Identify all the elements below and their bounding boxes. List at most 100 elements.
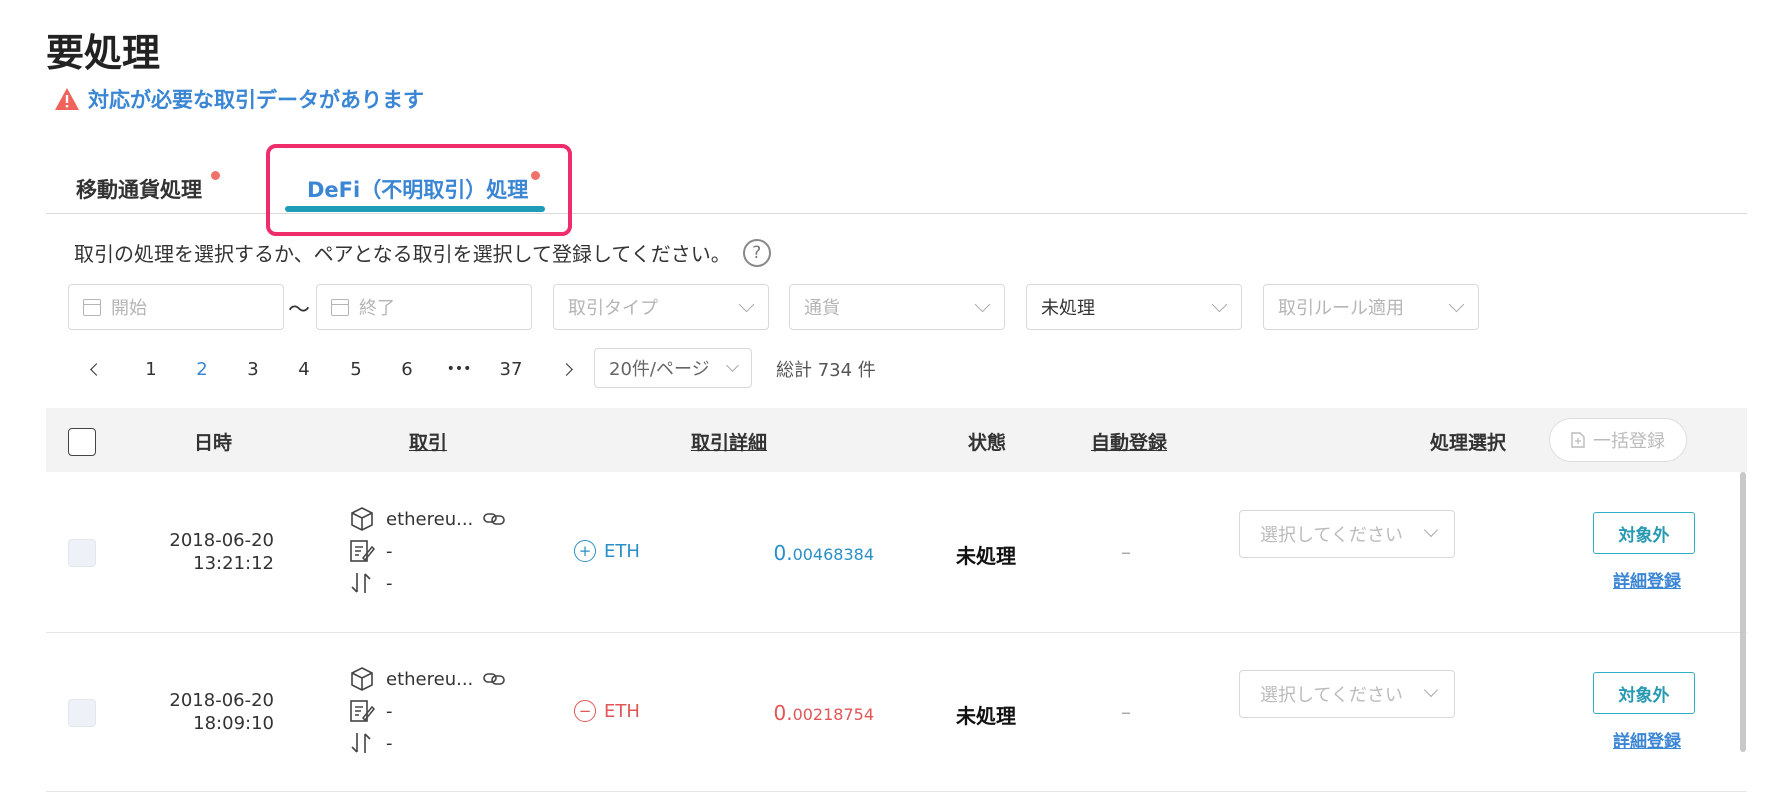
row-datetime: 2018-06-20 18:09:10 (164, 689, 274, 735)
row-currency: − ETH (574, 700, 640, 722)
row-time: 18:09:10 (193, 713, 274, 734)
chevron-down-icon (726, 359, 739, 372)
end-date-input[interactable]: 終了 (316, 284, 532, 330)
link-icon[interactable] (483, 672, 506, 686)
start-date-input[interactable]: 開始 (68, 284, 284, 330)
memo-edit-icon (350, 540, 376, 562)
help-icon[interactable]: ? (742, 238, 771, 267)
row-auto-register: – (1121, 700, 1131, 724)
header-action: 処理選択 (1430, 432, 1507, 454)
tx-pair-line: - (348, 730, 505, 756)
row-checkbox[interactable] (68, 539, 96, 567)
chevron-down-icon (1423, 522, 1439, 538)
tab-transfer[interactable]: 移動通貨処理 (76, 174, 202, 204)
transaction-type-placeholder: 取引タイプ (568, 298, 658, 319)
document-icon (1571, 432, 1585, 448)
rule-placeholder: 取引ルール適用 (1278, 298, 1404, 319)
tab-transfer-label: 移動通貨処理 (76, 178, 202, 202)
row-date: 2018-06-20 (169, 690, 274, 711)
swap-arrows-icon (351, 733, 371, 753)
link-icon[interactable] (483, 512, 506, 526)
detail-register-link[interactable]: 詳細登録 (1613, 727, 1681, 752)
swap-arrows-icon (351, 573, 371, 593)
page-title: 要処理 (46, 31, 161, 75)
tx-source-line: ethereu... (348, 506, 506, 532)
page-size-select[interactable]: 20件/ページ (594, 348, 752, 388)
page-5[interactable]: 5 (345, 354, 367, 384)
transaction-type-select[interactable]: 取引タイプ (553, 284, 769, 330)
page-6[interactable]: 6 (396, 354, 418, 384)
rule-select[interactable]: 取引ルール適用 (1263, 284, 1479, 330)
page-2[interactable]: 2 (191, 354, 213, 384)
chevron-down-icon (1448, 296, 1465, 313)
table-scrollbar[interactable] (1740, 472, 1746, 752)
action-select-placeholder: 選択してください (1260, 525, 1403, 546)
page-ellipsis[interactable]: ••• (444, 354, 474, 384)
header-auto-register[interactable]: 自動登録 (1091, 428, 1167, 455)
amount-integer: 0. (773, 541, 793, 565)
page-size-value: 20件/ページ (609, 359, 710, 380)
tx-source: ethereu... (386, 508, 474, 530)
status-select[interactable]: 未処理 (1026, 284, 1242, 330)
amount-fraction: 00218754 (792, 705, 874, 724)
next-page-button[interactable] (556, 354, 576, 384)
amount-fraction: 00468384 (792, 545, 874, 564)
row-status: 未処理 (956, 704, 1016, 728)
page-3[interactable]: 3 (242, 354, 264, 384)
row-currency: + ETH (574, 540, 640, 562)
row-amount: 0.00468384 (734, 541, 874, 565)
currency-placeholder: 通貨 (804, 298, 840, 319)
end-date-placeholder: 終了 (359, 298, 395, 319)
wallet-cube-icon (351, 667, 373, 691)
currency-select[interactable]: 通貨 (789, 284, 1005, 330)
row-transaction: ethereu... - - (348, 666, 506, 756)
select-all-checkbox[interactable] (68, 428, 96, 456)
action-select[interactable]: 選択してください (1239, 670, 1455, 718)
header-detail[interactable]: 取引詳細 (691, 428, 767, 455)
tx-pair: - (386, 572, 393, 594)
start-date-placeholder: 開始 (111, 298, 147, 319)
bulk-register-label: 一括登録 (1593, 431, 1665, 452)
total-count: 総計 734 件 (776, 360, 876, 381)
header-transaction[interactable]: 取引 (409, 428, 447, 455)
tab-transfer-badge-dot (211, 171, 220, 180)
page-1[interactable]: 1 (140, 354, 162, 384)
chevron-down-icon (1211, 296, 1228, 313)
row-date: 2018-06-20 (169, 530, 274, 551)
tx-pair: - (386, 732, 393, 754)
tx-source-line: ethereu... (348, 666, 506, 692)
amount-integer: 0. (773, 701, 793, 725)
tx-memo-line: - (348, 538, 505, 564)
chevron-down-icon (1423, 682, 1439, 698)
warning-icon (55, 88, 79, 110)
date-range-separator: 〜 (288, 298, 311, 323)
row-datetime: 2018-06-20 13:21:12 (164, 529, 274, 575)
row-status: 未処理 (956, 544, 1016, 568)
alert-text: 対応が必要な取引データがあります (88, 88, 424, 112)
bulk-register-button[interactable]: 一括登録 (1549, 418, 1687, 462)
chevron-down-icon (738, 296, 755, 313)
header-status: 状態 (968, 432, 1007, 454)
prev-page-button[interactable] (86, 354, 106, 384)
plus-circle-icon: + (574, 540, 596, 562)
tx-memo: - (386, 540, 393, 562)
currency-code: ETH (604, 540, 640, 562)
memo-edit-icon (350, 700, 376, 722)
action-select[interactable]: 選択してください (1239, 510, 1455, 558)
exclude-button[interactable]: 対象外 (1593, 512, 1695, 554)
exclude-button[interactable]: 対象外 (1593, 672, 1695, 714)
header-datetime: 日時 (194, 432, 233, 454)
row-amount: 0.00218754 (734, 701, 874, 725)
detail-register-link[interactable]: 詳細登録 (1613, 567, 1681, 592)
page-37[interactable]: 37 (496, 354, 526, 384)
instruction: 取引の処理を選択するか、ペアとなる取引を選択して登録してください。 ? (74, 238, 771, 267)
page-4[interactable]: 4 (293, 354, 315, 384)
row-checkbox[interactable] (68, 699, 96, 727)
alert-message: 対応が必要な取引データがあります (54, 84, 424, 114)
row-transaction: ethereu... - - (348, 506, 506, 596)
calendar-icon (83, 298, 101, 316)
calendar-icon (331, 298, 349, 316)
action-select-placeholder: 選択してください (1260, 685, 1403, 706)
status-select-value: 未処理 (1041, 298, 1095, 319)
tx-pair-line: - (348, 570, 505, 596)
